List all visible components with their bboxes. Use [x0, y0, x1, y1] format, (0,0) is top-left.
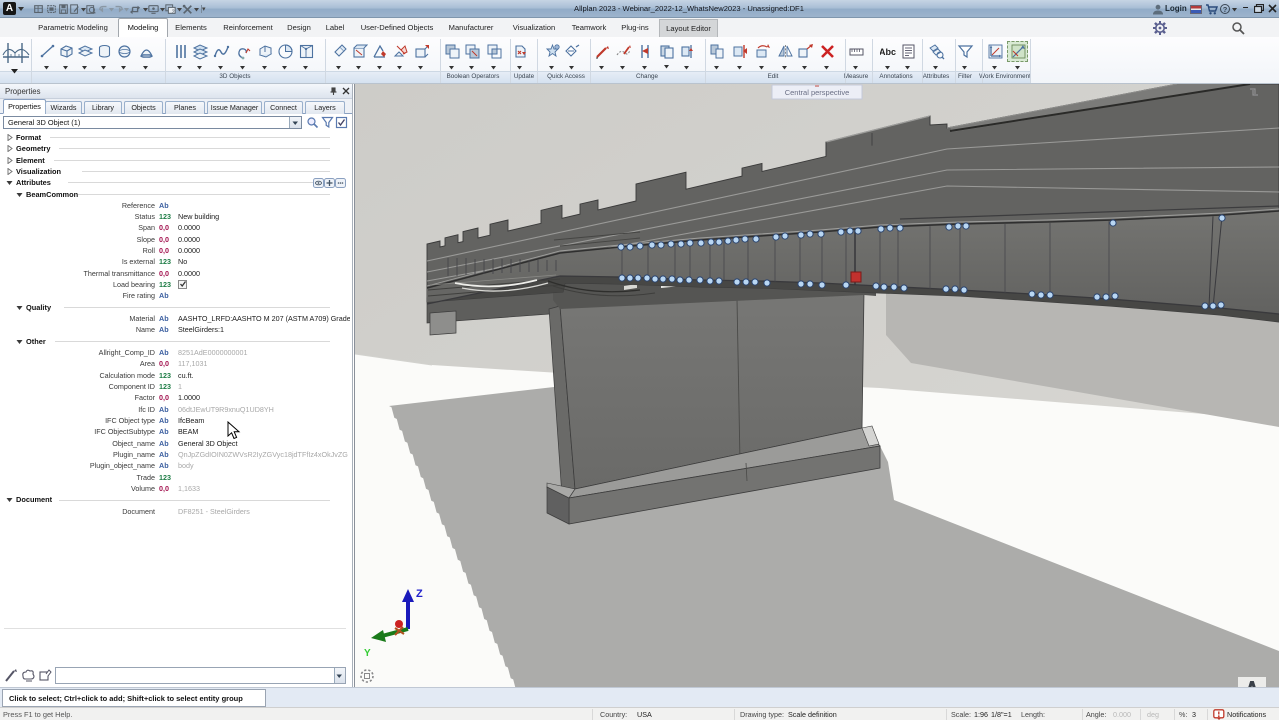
svg-text:Abc: Abc	[880, 47, 896, 57]
svg-text:Central perspective: Central perspective	[785, 88, 850, 97]
svg-text:2: 2	[172, 9, 175, 15]
svg-text:Z: Z	[416, 588, 423, 600]
svg-text:Y: Y	[364, 648, 371, 659]
